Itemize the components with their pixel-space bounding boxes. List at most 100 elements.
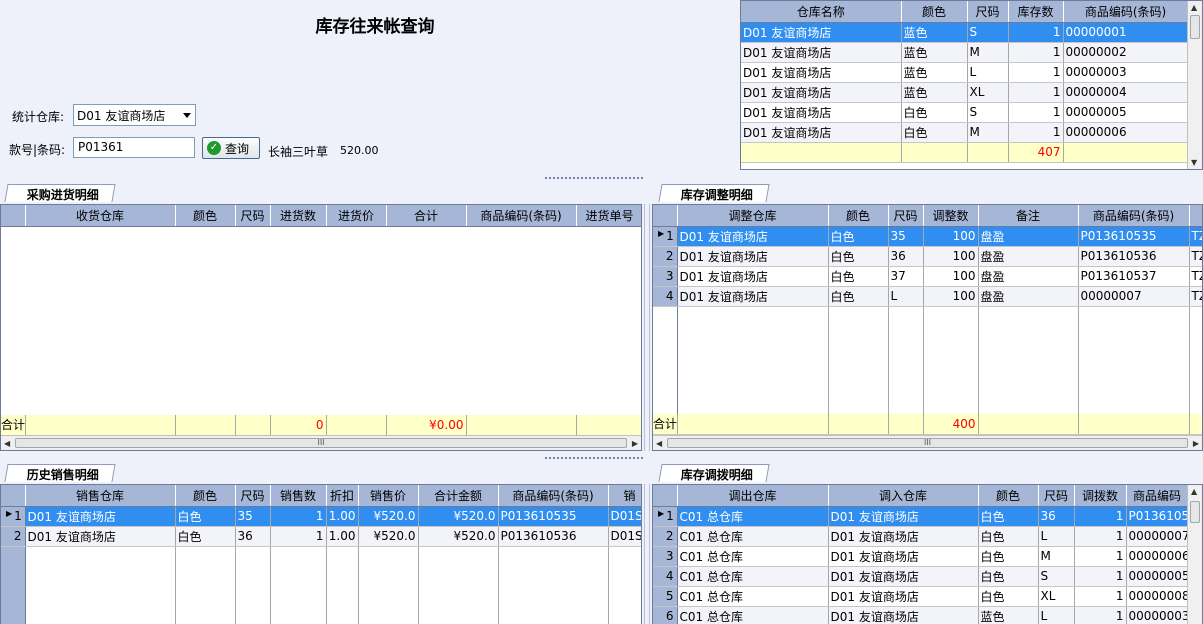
column-header[interactable]: 销售仓库 <box>25 485 176 507</box>
purchase-grid[interactable]: 收货仓库 颜色 尺码 进货数 进货价 合计 商品编码(条码) 进货单号 合计 0 ¥0.00 … <box>0 204 642 451</box>
table-row[interactable]: D01 友谊商场店 蓝色 M 1 00000002 <box>741 42 1189 63</box>
table-row[interactable]: 3 C01 总仓库 D01 友谊商场店 白色 M 1 00000006 <box>653 546 1189 567</box>
scroll-left-icon[interactable]: ◀ <box>4 439 10 448</box>
query-button[interactable]: ✓ 查询 <box>202 137 260 159</box>
table-cell: TZ <box>1189 266 1202 287</box>
column-header[interactable]: 商品编码 <box>1126 485 1189 507</box>
column-header[interactable]: 调整数 <box>923 205 979 227</box>
tab-transfer[interactable]: 库存调拨明细 <box>658 464 770 482</box>
table-cell: S <box>967 22 1009 43</box>
table-row[interactable]: ▶ 1 D01 友谊商场店 白色 35 1 1.00 ¥520.0 ¥520.0 P0136105… <box>1 506 641 527</box>
column-header[interactable]: 商品编码(条码) <box>1063 1 1189 23</box>
column-header[interactable]: 调出仓库 <box>677 485 829 507</box>
column-header[interactable]: 合计金额 <box>418 485 499 507</box>
adjust-hscroll[interactable]: ◀ III ▶ <box>653 435 1202 450</box>
scroll-down-icon[interactable]: ▼ <box>1191 158 1197 167</box>
column-header[interactable]: 收货仓库 <box>25 205 176 227</box>
scroll-up-icon[interactable]: ▲ <box>1191 487 1197 496</box>
column-header[interactable]: 销售价 <box>358 485 419 507</box>
table-cell: M <box>967 42 1009 63</box>
chevron-down-icon[interactable] <box>183 113 191 118</box>
column-header[interactable]: 颜色 <box>175 485 236 507</box>
code-input[interactable]: P01361 <box>73 137 195 158</box>
column-header[interactable]: 尺码 <box>888 205 924 227</box>
column-header[interactable]: 进货数 <box>270 205 327 227</box>
column-header[interactable]: 颜色 <box>901 1 968 23</box>
column-header[interactable]: 调整仓库 <box>677 205 829 227</box>
table-row[interactable]: 2 D01 友谊商场店 白色 36 1 1.00 ¥520.0 ¥520.0 P01361053… <box>1 526 641 547</box>
scroll-left-icon[interactable]: ◀ <box>656 439 662 448</box>
column-header[interactable]: 尺码 <box>235 205 271 227</box>
table-cell: S <box>1038 566 1075 587</box>
table-row[interactable]: 2D01 友谊商场店白色36100盘盈P013610536TZ <box>653 246 1202 267</box>
scroll-thumb[interactable]: III <box>667 438 1188 448</box>
tab-adjust-label: 库存调整明细 <box>680 188 753 202</box>
column-header[interactable]: 颜色 <box>175 205 236 227</box>
scroll-right-icon[interactable]: ▶ <box>632 439 638 448</box>
table-row[interactable]: D01 友谊商场店 蓝色 XL 1 00000004 <box>741 82 1189 103</box>
table-row[interactable]: D01 友谊商场店 白色 M 1 00000006 <box>741 122 1189 143</box>
table-row[interactable]: 4 C01 总仓库 D01 友谊商场店 白色 S 1 00000005 <box>653 566 1189 587</box>
table-cell: 100 <box>923 226 979 247</box>
transfer-vscroll[interactable]: ▲ <box>1187 485 1202 624</box>
transfer-grid[interactable]: 调出仓库 调入仓库 颜色 尺码 调拨数 商品编码 ▶ 1 C01 总仓库 D01 友谊商场店 白色… <box>652 484 1203 624</box>
table-cell <box>1063 142 1189 163</box>
column-header[interactable]: 销 <box>608 485 641 507</box>
table-row[interactable]: 2 C01 总仓库 D01 友谊商场店 白色 L 1 00000007 <box>653 526 1189 547</box>
table-row[interactable]: 6 C01 总仓库 D01 友谊商场店 蓝色 L 1 00000003 <box>653 606 1189 624</box>
row-indicator: ▶ 1 <box>653 506 678 527</box>
column-header[interactable]: 调入仓库 <box>828 485 979 507</box>
column-header[interactable]: 进货单号 <box>576 205 641 227</box>
column-header[interactable]: 尺码 <box>1038 485 1075 507</box>
scroll-right-icon[interactable]: ▶ <box>1193 439 1199 448</box>
splitter-grip[interactable] <box>545 174 645 181</box>
warehouse-select[interactable]: D01 友谊商场店 <box>73 104 196 126</box>
tab-adjust[interactable]: 库存调整明细 <box>658 184 770 202</box>
column-header[interactable]: 仓库名称 <box>741 1 902 23</box>
adjust-grid[interactable]: 调整仓库 颜色 尺码 调整数 备注 商品编码(条码) ▶ 1 D01 友谊商场店 白色 35 100… <box>652 204 1203 451</box>
row-indicator: 4 <box>653 566 678 587</box>
column-header[interactable]: 销售数 <box>270 485 327 507</box>
stock-vscroll[interactable]: ▲ ▼ <box>1187 1 1202 169</box>
column-header[interactable]: 调拨数 <box>1074 485 1127 507</box>
column-header[interactable]: 库存数 <box>1008 1 1064 23</box>
vertical-splitter[interactable] <box>644 204 650 451</box>
scroll-thumb[interactable] <box>1190 15 1200 39</box>
scroll-thumb[interactable]: III <box>15 438 627 448</box>
scroll-up-icon[interactable]: ▲ <box>1191 3 1197 12</box>
column-header[interactable]: 颜色 <box>978 485 1039 507</box>
table-cell: ¥520.0 <box>358 526 419 547</box>
column-header[interactable]: 商品编码(条码) <box>498 485 609 507</box>
table-row[interactable]: ▶1D01 友谊商场店白色35100盘盈P013610535TZ <box>653 226 1202 247</box>
table-row[interactable]: 5 C01 总仓库 D01 友谊商场店 白色 XL 1 00000008 <box>653 586 1189 607</box>
tab-purchase[interactable]: 采购进货明细 <box>4 184 116 202</box>
table-row[interactable]: D01 友谊商场店 白色 S 1 00000005 <box>741 102 1189 123</box>
column-header[interactable]: 合计 <box>386 205 467 227</box>
column-header[interactable] <box>1189 205 1202 227</box>
column-header[interactable]: 尺码 <box>235 485 271 507</box>
table-cell: D01 友谊商场店 <box>828 586 979 607</box>
column-header[interactable]: 进货价 <box>326 205 387 227</box>
scroll-thumb[interactable] <box>1190 501 1200 523</box>
column-header[interactable]: 备注 <box>978 205 1079 227</box>
splitter-grip[interactable] <box>545 454 645 461</box>
column-header[interactable]: 折扣 <box>326 485 359 507</box>
stock-grid[interactable]: 仓库名称 颜色 尺码 库存数 商品编码(条码) D01 友谊商场店 蓝色 S 1 0000000… <box>740 0 1203 170</box>
column-header[interactable]: 颜色 <box>828 205 889 227</box>
purchase-hscroll[interactable]: ◀ III ▶ <box>1 435 641 450</box>
column-header[interactable]: 尺码 <box>967 1 1009 23</box>
tab-sales[interactable]: 历史销售明细 <box>4 464 116 482</box>
vertical-splitter[interactable] <box>644 484 650 624</box>
table-cell: L <box>1038 526 1075 547</box>
sales-grid[interactable]: 销售仓库 颜色 尺码 销售数 折扣 销售价 合计金额 商品编码(条码) 销 ▶ 1 D01 友谊商场… <box>0 484 642 624</box>
table-row[interactable]: D01 友谊商场店 蓝色 S 1 00000001 <box>741 22 1189 43</box>
column-header[interactable]: 商品编码(条码) <box>1078 205 1190 227</box>
purchase-footer-label: 合计 <box>1 415 26 436</box>
table-row[interactable]: 4D01 友谊商场店白色L100盘盈00000007TZ <box>653 286 1202 307</box>
table-row[interactable]: ▶1C01 总仓库D01 友谊商场店白色361P013610536 <box>653 506 1189 527</box>
table-row[interactable]: 3D01 友谊商场店白色37100盘盈P013610537TZ <box>653 266 1202 287</box>
table-cell: D01 友谊商场店 <box>741 42 902 63</box>
column-header[interactable]: 商品编码(条码) <box>466 205 577 227</box>
table-row[interactable]: D01 友谊商场店 蓝色 L 1 00000003 <box>741 62 1189 83</box>
row-indicator: ▶ 1 <box>1 506 26 527</box>
